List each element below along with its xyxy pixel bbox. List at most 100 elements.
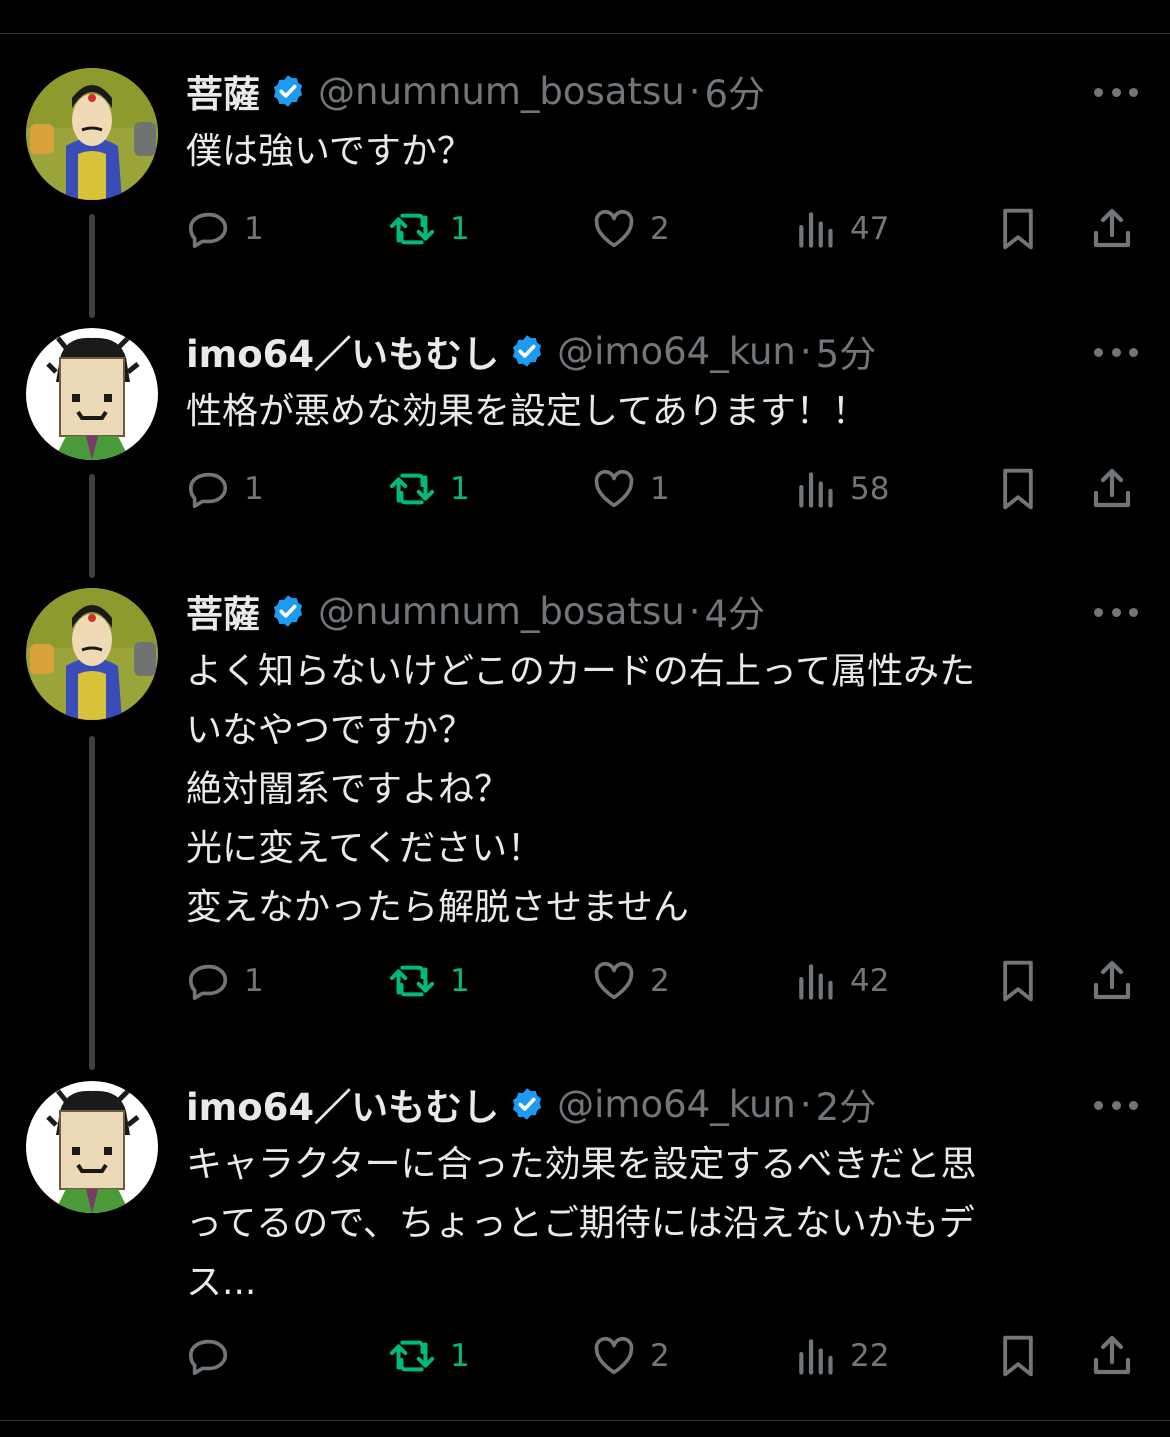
more-options-icon[interactable] [1094,1085,1138,1125]
thread-connector [89,474,95,578]
tweet-text-line: 性格が悪めな効果を設定してあります！！ [186,391,868,432]
share-button[interactable] [1088,958,1136,1004]
author-name[interactable]: 菩薩 [186,64,260,118]
retweet-icon [389,1340,435,1372]
more-options-icon[interactable] [1094,332,1138,372]
retweet-button[interactable]: 1 [386,466,470,512]
views-icon [799,472,833,508]
author-handle[interactable]: @imo64_kun [557,330,796,373]
author-name[interactable]: imo64／いもむし [186,1077,499,1131]
share-button[interactable] [1088,1333,1136,1379]
share-icon [1093,960,1131,1000]
views-button[interactable]: 58 [794,466,889,512]
top-divider [0,33,1170,34]
reply-button[interactable] [186,1333,244,1379]
tweet-text-line: ス... [186,1262,257,1303]
retweet-button[interactable]: 1 [386,1333,470,1379]
reply-icon [188,1339,228,1376]
share-icon [1093,1335,1131,1375]
retweet-count: 1 [450,211,470,247]
share-button[interactable] [1088,466,1136,512]
author-handle[interactable]: @numnum_bosatsu [318,70,685,113]
timestamp[interactable]: 2分 [816,1077,877,1131]
more-options-icon[interactable] [1094,72,1138,112]
bookmark-button[interactable] [996,958,1040,1004]
heart-icon [594,209,634,248]
reply-count: 1 [244,211,264,247]
retweet-count: 1 [450,963,470,999]
bookmark-icon [1003,208,1033,250]
avatar-bosatsu[interactable] [26,68,158,200]
tweet-text: 僕は強いですか？ [186,122,1126,181]
tweet-text-line: 変えなかったら解脱させません [186,887,689,928]
action-bar: 1 1 2 42 [186,958,1146,1004]
share-icon [1093,468,1131,508]
retweet-icon [389,213,435,245]
reply-count: 1 [244,471,264,507]
timestamp[interactable]: 5分 [816,324,877,378]
verified-badge-icon [270,73,306,109]
heart-icon [594,961,634,1000]
views-icon [799,212,833,248]
like-count: 1 [650,471,670,507]
author-handle[interactable]: @numnum_bosatsu [318,590,685,633]
views-icon [799,1339,833,1375]
tweet-text: 性格が悪めな効果を設定してあります！！ [186,382,1126,441]
views-button[interactable]: 42 [794,958,889,1004]
reply-button[interactable]: 1 [186,466,264,512]
like-button[interactable]: 2 [590,206,670,252]
thread-connector [89,736,95,1070]
bookmark-icon [1003,1335,1033,1377]
like-button[interactable]: 2 [590,958,670,1004]
more-options-icon[interactable] [1094,592,1138,632]
share-icon [1093,208,1131,248]
verified-badge-icon [270,593,306,629]
bookmark-icon [1003,468,1033,510]
bookmark-button[interactable] [996,466,1040,512]
bookmark-button[interactable] [996,1333,1040,1379]
action-bar: 1 1 2 47 [186,206,1146,252]
tweet-text: よく知らないけどこのカードの右上って属性みた いなやつですか？ 絶対闇系ですよね… [186,642,1126,937]
avatar-imo64[interactable] [26,328,158,460]
action-bar: 1 1 1 58 [186,466,1146,512]
reply-icon [188,212,228,249]
bookmark-button[interactable] [996,206,1040,252]
reply-button[interactable]: 1 [186,206,264,252]
view-count: 47 [850,211,890,247]
view-count: 58 [850,471,890,507]
timestamp[interactable]: 4分 [704,584,765,638]
avatar-imo64[interactable] [26,1081,158,1213]
views-button[interactable]: 22 [794,1333,889,1379]
separator-dot: · [799,1082,812,1126]
views-icon [799,964,833,1000]
view-count: 42 [850,963,890,999]
view-count: 22 [850,1338,890,1374]
tweet-text-line: キャラクターに合った効果を設定するべきだと思 [186,1144,977,1185]
retweet-count: 1 [450,1338,470,1374]
share-button[interactable] [1088,206,1136,252]
tweet-text-line: よく知らないけどこのカードの右上って属性みた [186,651,976,692]
like-count: 2 [650,1338,670,1374]
separator-dot: · [688,589,701,633]
thread-connector [89,214,95,318]
author-handle[interactable]: @imo64_kun [557,1083,796,1126]
retweet-button[interactable]: 1 [386,206,470,252]
retweet-icon [389,473,435,505]
verified-badge-icon [509,1086,545,1122]
tweet-text-line: 僕は強いですか？ [186,131,473,172]
like-button[interactable]: 1 [590,466,670,512]
views-button[interactable]: 47 [794,206,889,252]
action-bar: 1 2 22 [186,1333,1146,1379]
retweet-count: 1 [450,471,470,507]
avatar-bosatsu[interactable] [26,588,158,720]
reply-button[interactable]: 1 [186,958,264,1004]
timestamp[interactable]: 6分 [704,64,765,118]
author-name[interactable]: imo64／いもむし [186,324,499,378]
author-name[interactable]: 菩薩 [186,584,260,638]
heart-icon [594,469,634,508]
like-button[interactable]: 2 [590,1333,670,1379]
reply-icon [188,964,228,1001]
bottom-divider [0,1420,1170,1421]
like-count: 2 [650,211,670,247]
retweet-button[interactable]: 1 [386,958,470,1004]
